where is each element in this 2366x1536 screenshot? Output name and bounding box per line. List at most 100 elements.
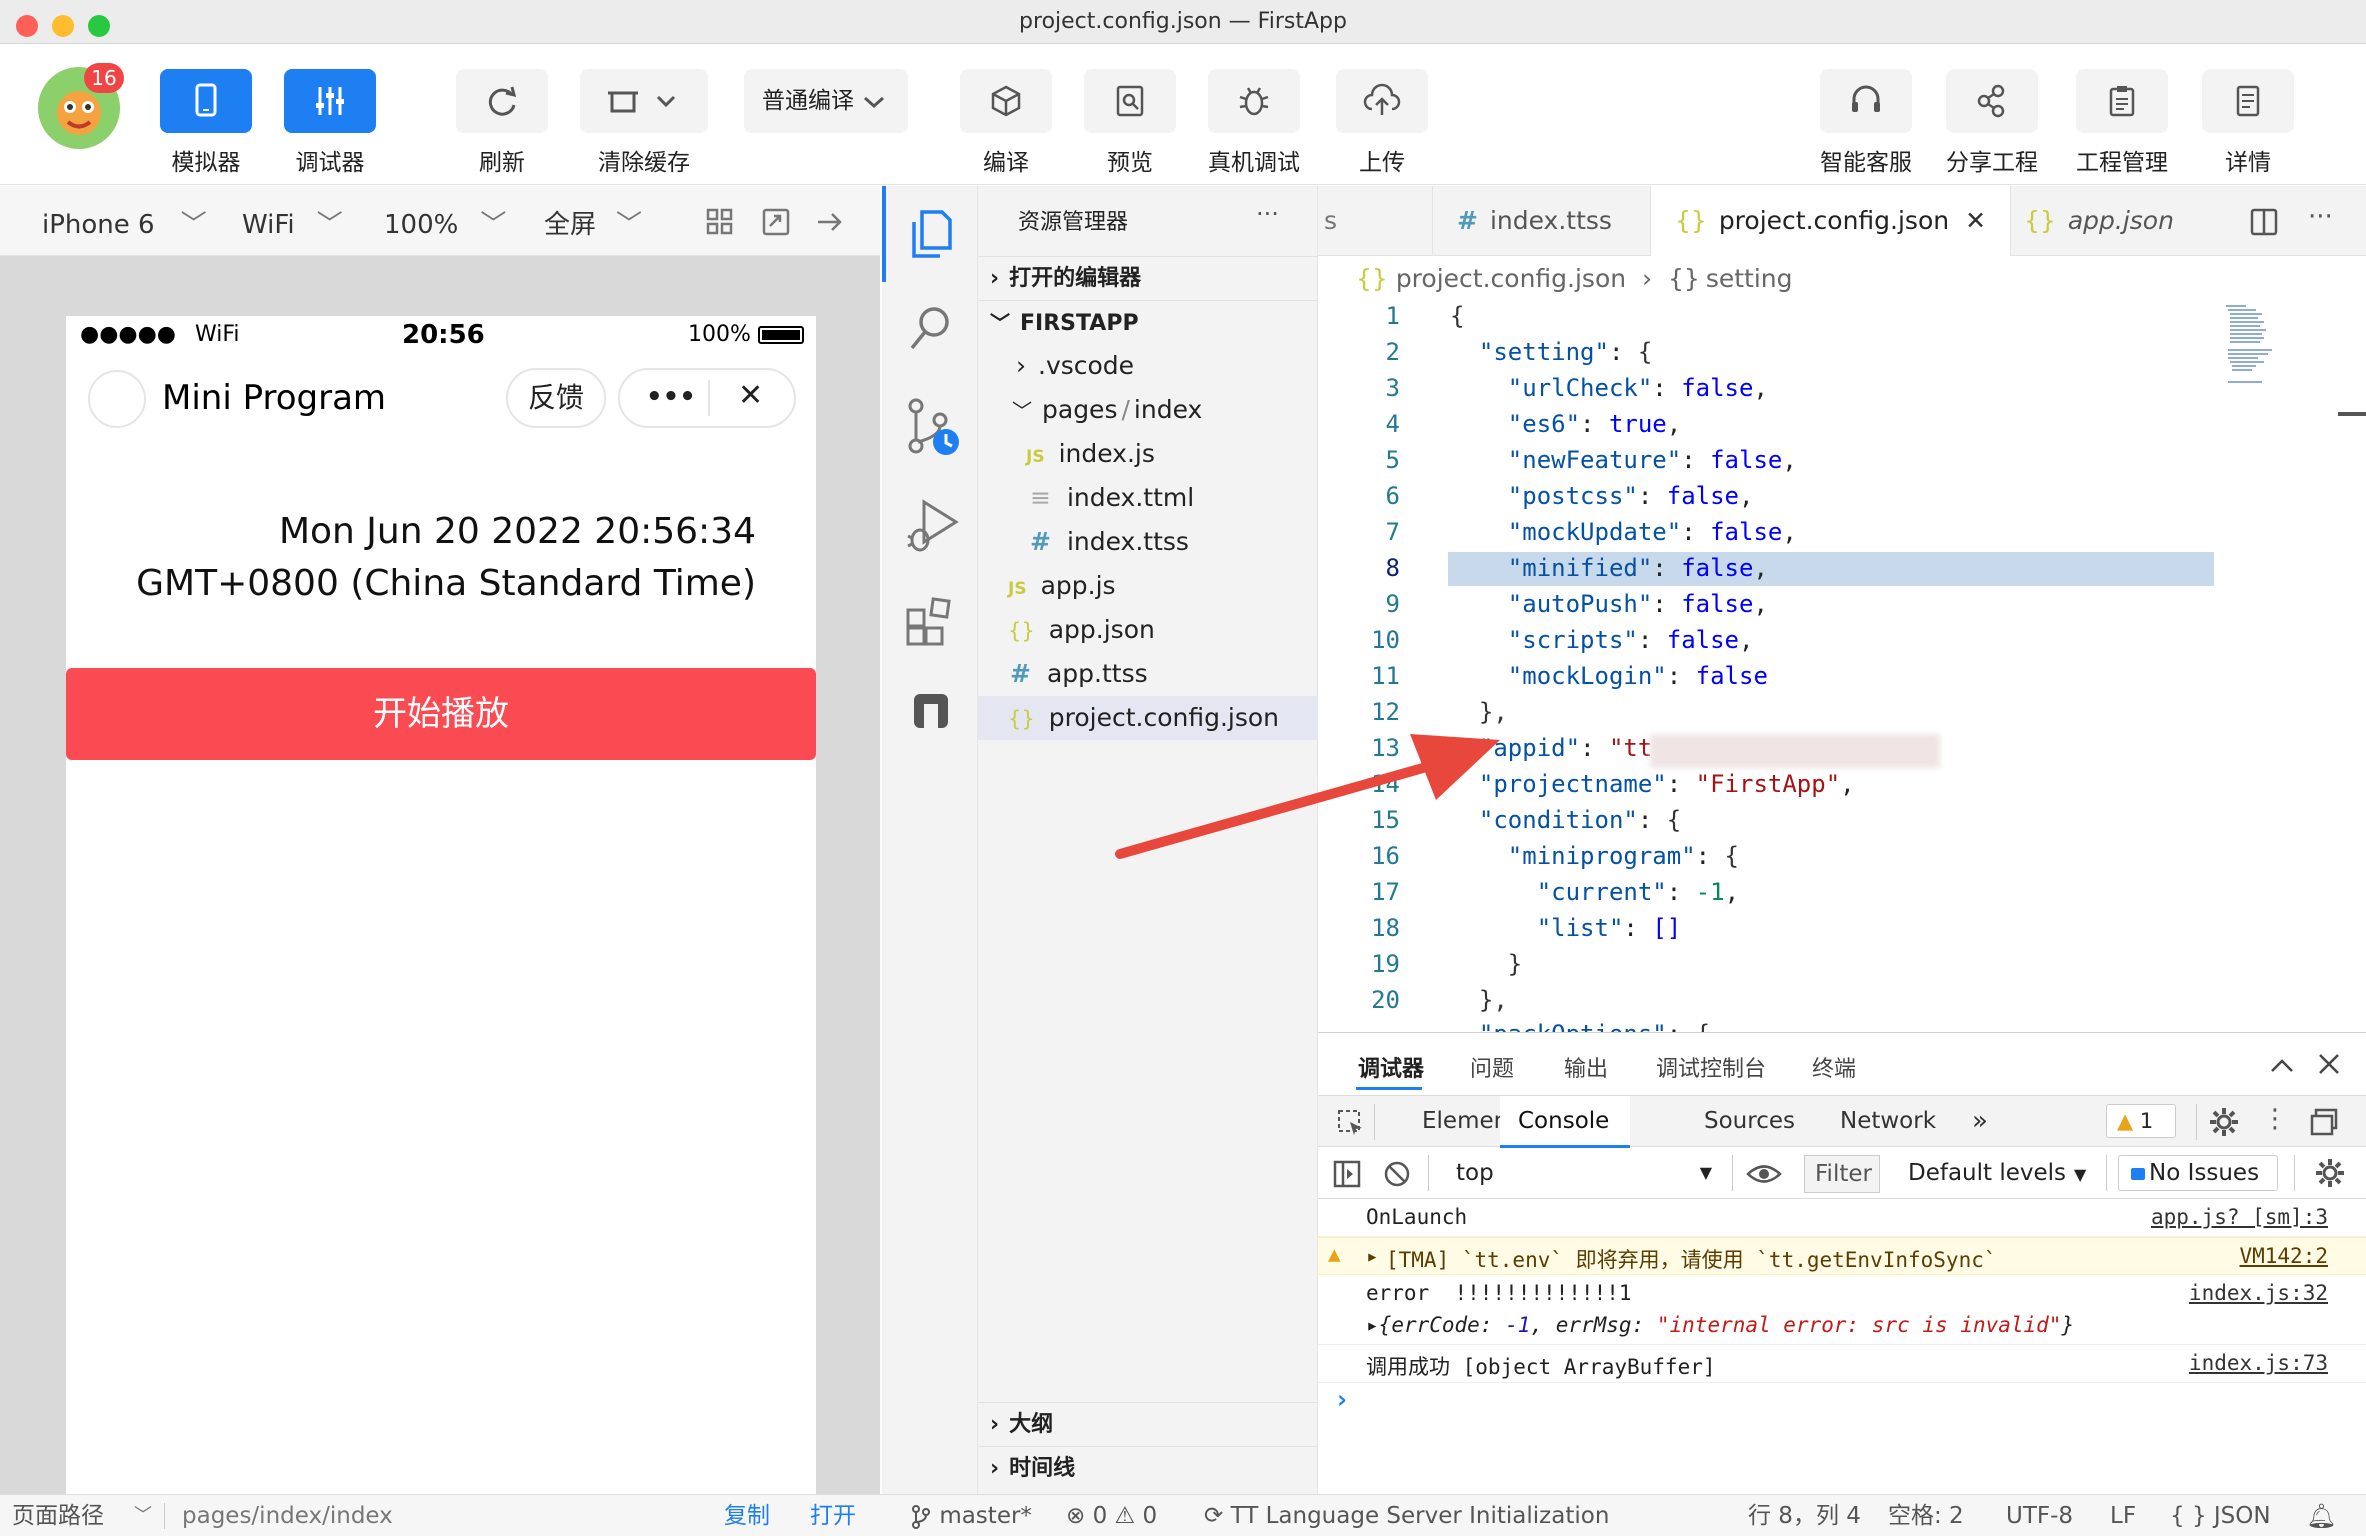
more-tabs-icon[interactable]: » [1972, 1106, 1988, 1136]
refresh-button[interactable]: 刷新 [456, 69, 548, 177]
log-levels-select[interactable]: Default levels ▼ [1908, 1153, 2086, 1195]
screenshot-icon[interactable] [760, 206, 792, 238]
devtools-tab-console[interactable]: Console [1518, 1108, 1609, 1134]
tab-terminal[interactable]: 终端 [1812, 1051, 1856, 1083]
gear-icon[interactable] [2208, 1106, 2240, 1138]
close-tab-icon[interactable]: ✕ [1965, 206, 1986, 235]
close-window-button[interactable] [16, 15, 38, 37]
tree-item-app-json[interactable]: {} app.json [978, 608, 1318, 652]
language-mode[interactable]: { } JSON [2170, 1495, 2271, 1536]
inspect-element-icon[interactable] [1336, 1108, 1366, 1138]
outline-section[interactable]: › 大纲 [978, 1402, 1318, 1446]
upload-button[interactable]: 上传 [1336, 69, 1428, 177]
search-icon[interactable] [906, 302, 954, 358]
indentation[interactable]: 空格: 2 [1888, 1495, 1964, 1536]
line-number: 18 [1371, 914, 1400, 942]
code-editor[interactable]: 1 2 3 4 5 6 7 8 9 10 11 12 13 14 15 16 17 18 19 20 { "setti… [1318, 302, 2366, 1032]
run-debug-icon[interactable] [906, 496, 962, 556]
play-button[interactable]: 开始播放 [66, 668, 816, 760]
open-editors-section[interactable]: › 打开的编辑器 [978, 256, 1318, 300]
feedback-button[interactable]: 反馈 [506, 368, 606, 428]
scrollbar-thumb[interactable] [2338, 412, 2366, 416]
encoding[interactable]: UTF-8 [2006, 1495, 2073, 1536]
bookmark-icon[interactable] [910, 690, 954, 734]
close-icon[interactable]: ✕ [738, 378, 763, 413]
log-source-link[interactable]: app.js? [sm]:3 [2151, 1205, 2328, 1229]
clear-console-icon[interactable] [1382, 1159, 1412, 1189]
tree-item-index-ttss[interactable]: # index.ttss [978, 520, 1318, 564]
compile-mode-select[interactable]: 普通编译 [744, 69, 908, 133]
sidebar-toggle-icon[interactable] [1332, 1159, 1362, 1189]
tab-truncated[interactable]: s [1316, 186, 1345, 256]
braces-icon: {} [1668, 264, 1700, 293]
extensions-icon[interactable] [904, 592, 960, 648]
open-link[interactable]: 打开 [810, 1495, 856, 1536]
kebab-menu-icon[interactable]: ⋮ [2262, 1104, 2288, 1134]
compile-button[interactable]: 编译 [960, 69, 1052, 177]
details-button[interactable]: 详情 [2202, 69, 2294, 177]
tree-item-app-ttss[interactable]: # app.ttss [978, 652, 1318, 696]
devtools-tab-network[interactable]: Network [1840, 1108, 1936, 1134]
device-select[interactable]: iPhone 6 ﹀ [42, 204, 207, 241]
tree-item-vscode[interactable]: › .vscode [978, 344, 1318, 388]
filter-input[interactable]: Filter [1804, 1155, 1880, 1193]
undock-icon[interactable] [2310, 1108, 2340, 1136]
debugger-button[interactable]: 调试器 [284, 69, 376, 177]
tab-problems[interactable]: 问题 [1470, 1051, 1514, 1083]
arrow-right-icon[interactable] [814, 206, 846, 238]
zoom-window-button[interactable] [88, 15, 110, 37]
problems-indicator[interactable]: ⊗ 0 ⚠ 0 [1066, 1495, 1157, 1536]
network-select[interactable]: WiFi ﹀ [242, 204, 343, 241]
copy-link[interactable]: 复制 [724, 1495, 770, 1536]
editor-more-button[interactable]: ··· [2308, 202, 2333, 232]
simulator-button[interactable]: 模拟器 [160, 69, 252, 177]
context-select[interactable]: top ▼ [1444, 1153, 1718, 1193]
more-button[interactable]: ••• [646, 382, 696, 412]
explorer-more-button[interactable]: ··· [1256, 200, 1279, 228]
zoom-select[interactable]: 100% ﹀ [384, 204, 506, 241]
devtools-tab-sources[interactable]: Sources [1704, 1108, 1795, 1134]
eye-icon[interactable] [1746, 1159, 1782, 1189]
cursor-position[interactable]: 行 8，列 4 [1748, 1495, 1861, 1536]
timeline-section[interactable]: › 时间线 [978, 1446, 1318, 1490]
device-debug-button[interactable]: 真机调试 [1208, 69, 1300, 177]
preview-button[interactable]: 预览 [1084, 69, 1176, 177]
error-object[interactable]: ▸{errCode: -1, errMsg: "internal error: … [1366, 1313, 2074, 1337]
log-source-link[interactable]: index.js:73 [2189, 1351, 2328, 1375]
project-root-section[interactable]: ﹀ FIRSTAPP [978, 300, 1318, 344]
console-prompt[interactable]: › [1334, 1385, 1350, 1415]
tab-project-config[interactable]: {} project.config.json ✕ [1650, 186, 2012, 257]
split-editor-icon[interactable] [2250, 208, 2278, 236]
tree-item-index-ttml[interactable]: ≡ index.ttml [978, 476, 1318, 520]
minimize-window-button[interactable] [52, 15, 74, 37]
issues-button[interactable]: No Issues [2118, 1155, 2278, 1191]
tree-item-index-js[interactable]: JS index.js [978, 432, 1318, 476]
source-control-icon[interactable] [904, 396, 960, 460]
line-ending[interactable]: LF [2110, 1495, 2136, 1536]
git-branch[interactable]: master* [910, 1495, 1032, 1536]
tree-item-pages[interactable]: ﹀ pages / index [978, 388, 1318, 432]
support-button[interactable]: 智能客服 [1820, 69, 1912, 177]
project-management-button[interactable]: 工程管理 [2076, 69, 2168, 177]
chevron-up-icon[interactable] [2268, 1053, 2296, 1077]
log-source-link[interactable]: index.js:32 [2189, 1281, 2328, 1305]
log-source-link[interactable]: VM142:2 [2239, 1244, 2328, 1268]
tab-output[interactable]: 输出 [1564, 1051, 1608, 1083]
tree-item-app-js[interactable]: JS app.js [978, 564, 1318, 608]
bell-icon[interactable]: 🔔︎ [2306, 1495, 2336, 1536]
warnings-counter[interactable]: ▲ 1 [2106, 1104, 2176, 1138]
minimap[interactable] [2222, 302, 2302, 392]
tab-index-ttss[interactable]: # index.ttss [1432, 186, 1636, 256]
files-icon[interactable] [906, 206, 954, 262]
console-settings-icon[interactable] [2314, 1157, 2346, 1189]
tab-app-json[interactable]: {} app.json [2000, 186, 2198, 256]
grid-icon[interactable] [704, 206, 736, 238]
close-panel-icon[interactable] [2316, 1051, 2342, 1077]
tab-debug-console[interactable]: 调试控制台 [1656, 1051, 1766, 1083]
chevron-down-icon[interactable]: ﹀ [134, 1495, 152, 1536]
share-project-button[interactable]: 分享工程 [1946, 69, 2038, 177]
tab-debugger[interactable]: 调试器 [1358, 1051, 1424, 1083]
expand-triangle-icon[interactable]: ▸ [1366, 1244, 1379, 1268]
clear-cache-button[interactable]: 清除缓存 [580, 69, 708, 177]
fullscreen-select[interactable]: 全屏 ﹀ [544, 204, 642, 241]
